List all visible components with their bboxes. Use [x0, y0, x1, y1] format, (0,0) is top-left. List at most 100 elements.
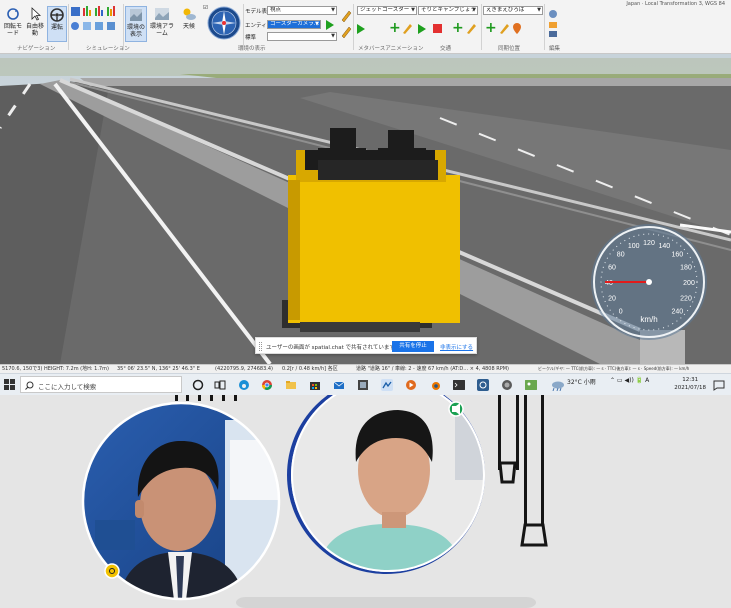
- compass-icon[interactable]: [207, 6, 241, 40]
- stop-sharing-button[interactable]: 共有を停止: [392, 341, 434, 352]
- play-icon[interactable]: [418, 24, 426, 34]
- edit-tools-icon[interactable]: [546, 8, 560, 40]
- pencil-icon[interactable]: [340, 8, 352, 38]
- speedometer-tick-label: 160: [671, 252, 683, 259]
- speedometer-tick-label: 140: [658, 243, 670, 250]
- yellow-vehicle: [282, 128, 460, 332]
- entity-value: コースターカメラ…: [270, 21, 320, 27]
- group-label-sync-position: 同期位置: [498, 46, 521, 52]
- windows-start-icon[interactable]: [4, 379, 15, 390]
- weather-icon: [183, 8, 196, 20]
- driving-button[interactable]: 運転: [47, 6, 67, 42]
- file-explorer-icon[interactable]: [285, 379, 297, 391]
- status-position: 5170.6, 150で3) HEIGHT: 7.2m (地H: 1.7m): [2, 366, 109, 372]
- simulation-tools-icons: [71, 6, 115, 30]
- floor-zone: [236, 597, 536, 608]
- drag-handle[interactable]: [259, 342, 262, 351]
- browser-app-icon[interactable]: [501, 379, 513, 391]
- rotate-icon: [7, 8, 19, 20]
- sync-position-select[interactable]: えきまえびろば ▼: [483, 6, 543, 15]
- ribbon-separator: [243, 4, 244, 50]
- ribbon-separator: [481, 4, 482, 50]
- group-label-transport: 交通: [440, 46, 452, 52]
- photo-app-icon[interactable]: [525, 379, 537, 391]
- hide-notice-link[interactable]: 非表示にする: [440, 343, 473, 351]
- scene-environment-button[interactable]: 環境アラーム: [150, 6, 174, 37]
- simulator-app-icon[interactable]: [381, 379, 393, 391]
- taskbar-clock[interactable]: 12:31 2021/07/18: [674, 376, 706, 392]
- driving-simulator-viewport[interactable]: 020406080100 120 140160180200220240 km/h: [0, 54, 731, 364]
- search-placeholder: ここに入力して検索: [38, 383, 97, 391]
- system-tray-icons[interactable]: ⌃ ▭ ◀)) 🔋 A: [610, 377, 649, 384]
- ribbon-toolbar: Japan · Local Transformation 3, WGS 84 回…: [0, 0, 731, 54]
- speedometer-tick-label: 240: [671, 308, 683, 315]
- settings-app-icon[interactable]: [477, 379, 489, 391]
- window-title-info: Japan · Local Transformation 3, WGS 84: [626, 1, 725, 7]
- screen-share-notice: ユーザーの画面が spatial.chat で共有されています。 共有を停止 非…: [255, 337, 477, 354]
- environment-display-button[interactable]: 環境の表示: [125, 6, 147, 42]
- pencil-icon[interactable]: [466, 22, 476, 34]
- status-road-info: 道路 "道路 16" / 車線: 2 - 速度 67 km/h (AT:D… ×…: [356, 366, 510, 372]
- status-grid: (4220795.9, 274683.4): [215, 366, 273, 372]
- weather-button[interactable]: 天候: [178, 6, 200, 30]
- group-label-navigation: ナビゲーション: [17, 46, 56, 52]
- taskbar-search-input[interactable]: ここに入力して検索: [20, 376, 182, 393]
- distant-barrier: [80, 78, 731, 86]
- chevron-down-icon: ▼: [315, 21, 319, 27]
- clock-date: 2021/07/18: [674, 385, 706, 391]
- environment-icon: [130, 9, 142, 21]
- chevron-down-icon: ▼: [472, 7, 476, 13]
- mail-icon[interactable]: [333, 379, 345, 391]
- cortana-icon[interactable]: [192, 379, 204, 391]
- blender-icon[interactable]: [429, 379, 441, 391]
- play-icon[interactable]: [326, 20, 334, 30]
- cursor-icon: [31, 7, 42, 21]
- entity-select[interactable]: コースターカメラ… ▼: [267, 20, 321, 29]
- standard-select[interactable]: ▼: [267, 32, 337, 41]
- model-display-value: 視点: [270, 7, 282, 13]
- windows-taskbar: ここに入力して検索 32°C 小雨 ⌃ ▭ ◀)) 🔋 A 12:31 2021…: [0, 373, 731, 395]
- free-move-label: 自由移動: [25, 23, 44, 37]
- add-icon[interactable]: +: [452, 21, 464, 35]
- rotate-mode-button[interactable]: 回転モード: [2, 6, 24, 37]
- animation-select[interactable]: ジェットコースター ▼: [357, 6, 417, 15]
- notification-icon[interactable]: [713, 379, 725, 391]
- clock-time: 12:31: [682, 377, 699, 383]
- status-bar: 5170.6, 150で3) HEIGHT: 7.2m (地H: 1.7m) 3…: [0, 364, 731, 373]
- video-meeting-space: [0, 395, 731, 608]
- chrome-icon[interactable]: [261, 379, 273, 391]
- terminal-icon[interactable]: [453, 379, 465, 391]
- stop-icon[interactable]: [433, 24, 442, 33]
- location-pin-icon[interactable]: [499, 22, 525, 34]
- participant-status-indicator: [104, 563, 120, 579]
- speedometer-tick-label: 100: [628, 243, 640, 250]
- model-display-select[interactable]: 視点 ▼: [267, 6, 337, 15]
- sync-position-value: えきまえびろば: [486, 7, 525, 13]
- animation-select-2[interactable]: そりとキャンプじょう ▼: [418, 6, 478, 15]
- scene-environment-label: 環境アラーム: [150, 23, 175, 37]
- animation-value: ジェットコースター: [360, 7, 410, 13]
- search-icon: [25, 381, 34, 390]
- speedometer-tick-label: 120: [643, 240, 655, 247]
- app-icon[interactable]: [357, 379, 369, 391]
- environment-display-label: 環境の表示: [126, 24, 145, 38]
- edge-browser-icon[interactable]: [238, 379, 250, 391]
- add-icon[interactable]: +: [389, 21, 401, 35]
- media-app-icon[interactable]: [405, 379, 417, 391]
- speedometer-tick-label: 180: [680, 265, 692, 272]
- group-label-edit: 編集: [549, 46, 561, 52]
- pencil-icon[interactable]: [402, 22, 412, 34]
- weather-icon[interactable]: [549, 378, 565, 391]
- task-view-icon[interactable]: [214, 379, 226, 391]
- chevron-down-icon: ▼: [411, 7, 415, 13]
- add-icon[interactable]: +: [485, 21, 497, 35]
- free-move-button[interactable]: 自由移動: [24, 6, 46, 37]
- store-icon[interactable]: [309, 379, 321, 391]
- steering-wheel-icon: [50, 8, 64, 22]
- chevron-down-icon: ▼: [331, 7, 335, 13]
- ribbon-separator: [353, 4, 354, 50]
- distant-hills: [0, 58, 731, 76]
- play-icon[interactable]: [357, 24, 365, 34]
- landscape-icon: [155, 8, 169, 20]
- animation-value-2: そりとキャンプじょう: [421, 7, 476, 13]
